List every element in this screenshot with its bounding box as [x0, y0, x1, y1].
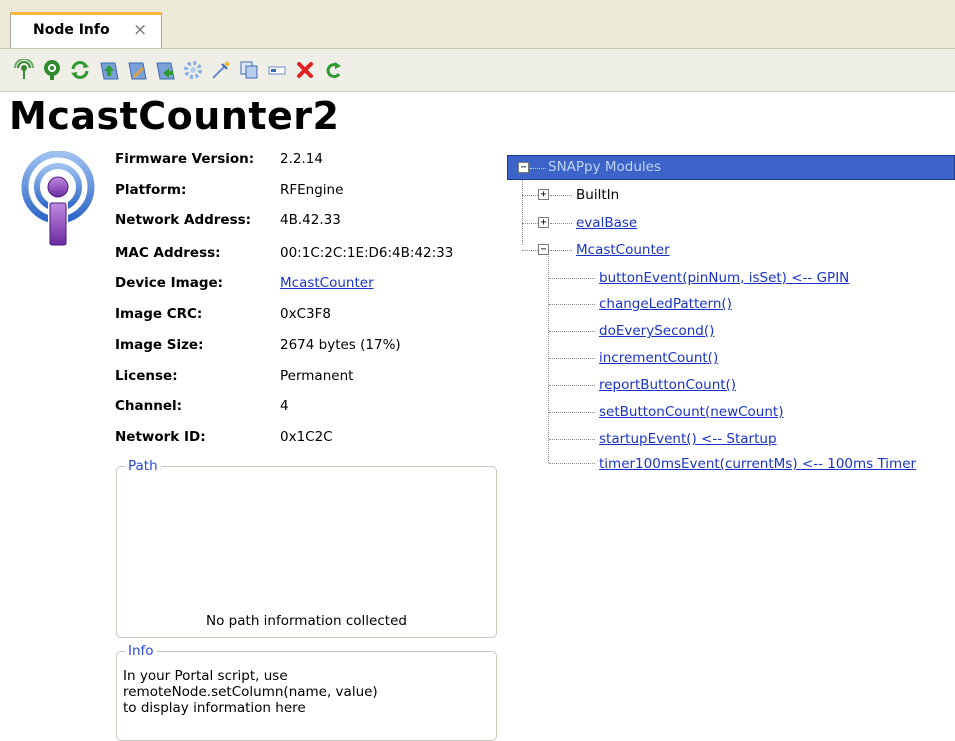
expand-icon[interactable]: +: [538, 217, 549, 228]
delete-icon[interactable]: [293, 58, 317, 82]
network-address-value: 4B.42.33: [280, 212, 341, 228]
network-id-value: 0x1C2C: [280, 429, 333, 445]
tree-connector: [550, 250, 572, 251]
info-text: In your Portal script, use remoteNode.se…: [123, 668, 378, 716]
tree-item-function[interactable]: changeLedPattern(): [599, 296, 732, 312]
tree-connector: [549, 304, 595, 305]
info-group: Info In your Portal script, use remoteNo…: [116, 643, 497, 741]
info-line: remoteNode.setColumn(name, value): [123, 684, 378, 700]
field-icon[interactable]: [265, 58, 289, 82]
mac-address-value: 00:1C:2C:1E:D6:4B:42:33: [280, 245, 454, 261]
expand-icon[interactable]: +: [538, 189, 549, 200]
tree-connector: [522, 195, 538, 196]
configure-icon[interactable]: [181, 58, 205, 82]
tree-connector: [522, 250, 538, 251]
channel-label: Channel:: [115, 398, 183, 414]
path-group-title: Path: [125, 458, 161, 474]
device-image-label: Device Image:: [115, 275, 224, 291]
tree-connector: [549, 278, 595, 279]
edit-script-icon[interactable]: [125, 58, 149, 82]
tree-item-evalbase[interactable]: evalBase: [576, 215, 637, 231]
tree-connector: [550, 195, 572, 196]
channel-value: 4: [280, 398, 289, 414]
ping-icon[interactable]: [12, 58, 36, 82]
info-line: In your Portal script, use: [123, 668, 288, 684]
tree-connector: [549, 331, 595, 332]
license-value: Permanent: [280, 368, 354, 384]
export-script-icon[interactable]: [153, 58, 177, 82]
tree-item-function[interactable]: setButtonCount(newCount): [599, 404, 783, 420]
reboot-icon[interactable]: [321, 58, 345, 82]
platform-label: Platform:: [115, 182, 187, 198]
wireless-node-icon: [8, 150, 108, 251]
copy-icon[interactable]: [237, 58, 261, 82]
tree-connector: [549, 385, 595, 386]
tree-connector: [530, 168, 546, 169]
image-size-label: Image Size:: [115, 337, 204, 353]
tree-connector: [549, 412, 595, 413]
page-title: McastCounter2: [9, 94, 340, 138]
query-icon[interactable]: [40, 58, 64, 82]
license-label: License:: [115, 368, 178, 384]
tree-item-function[interactable]: buttonEvent(pinNum, isSet) <-- GPIN: [599, 270, 849, 286]
tree-connector: [549, 358, 595, 359]
tree-root-label: SNAPpy Modules: [548, 159, 662, 175]
tree-connector: [522, 223, 538, 224]
tree-item-function[interactable]: reportButtonCount(): [599, 377, 736, 393]
image-crc-label: Image CRC:: [115, 306, 203, 322]
network-id-label: Network ID:: [115, 429, 206, 445]
tab-strip: Node Info ×: [0, 0, 955, 49]
tree-item-builtin[interactable]: BuiltIn: [576, 187, 619, 203]
upload-script-icon[interactable]: [97, 58, 121, 82]
device-image-link[interactable]: McastCounter: [280, 275, 374, 291]
network-address-label: Network Address:: [115, 212, 252, 228]
tree-item-function[interactable]: timer100msEvent(currentMs) <-- 100ms Tim…: [599, 456, 916, 472]
tree-item-function[interactable]: doEverySecond(): [599, 323, 714, 339]
tab-label: Node Info: [33, 22, 110, 38]
close-icon[interactable]: ×: [133, 20, 147, 40]
tree-connector: [548, 256, 549, 463]
probe-icon[interactable]: [209, 58, 233, 82]
tree-connector: [522, 180, 523, 245]
collapse-icon[interactable]: −: [538, 244, 549, 255]
firmware-version-value: 2.2.14: [280, 151, 323, 167]
tree-item-mcastcounter[interactable]: McastCounter: [576, 242, 670, 258]
platform-value: RFEngine: [280, 182, 344, 198]
info-line: to display information here: [123, 700, 306, 716]
info-group-title: Info: [125, 643, 157, 659]
tree-connector: [549, 439, 595, 440]
refresh-icon[interactable]: [68, 58, 92, 82]
tree-item-function[interactable]: startupEvent() <-- Startup: [599, 431, 777, 447]
tree-connector: [550, 223, 572, 224]
image-crc-value: 0xC3F8: [280, 306, 331, 322]
tree-connector: [549, 463, 595, 464]
tree-item-function[interactable]: incrementCount(): [599, 350, 718, 366]
path-group: Path No path information collected: [116, 458, 497, 638]
collapse-icon[interactable]: −: [518, 162, 529, 173]
path-message: No path information collected: [206, 613, 407, 629]
mac-address-label: MAC Address:: [115, 245, 221, 261]
toolbar: [0, 49, 955, 92]
firmware-version-label: Firmware Version:: [115, 151, 255, 167]
image-size-value: 2674 bytes (17%): [280, 337, 401, 353]
tree-root-snappy-modules[interactable]: − SNAPpy Modules: [507, 155, 955, 180]
tab-node-info[interactable]: Node Info ×: [10, 12, 162, 48]
